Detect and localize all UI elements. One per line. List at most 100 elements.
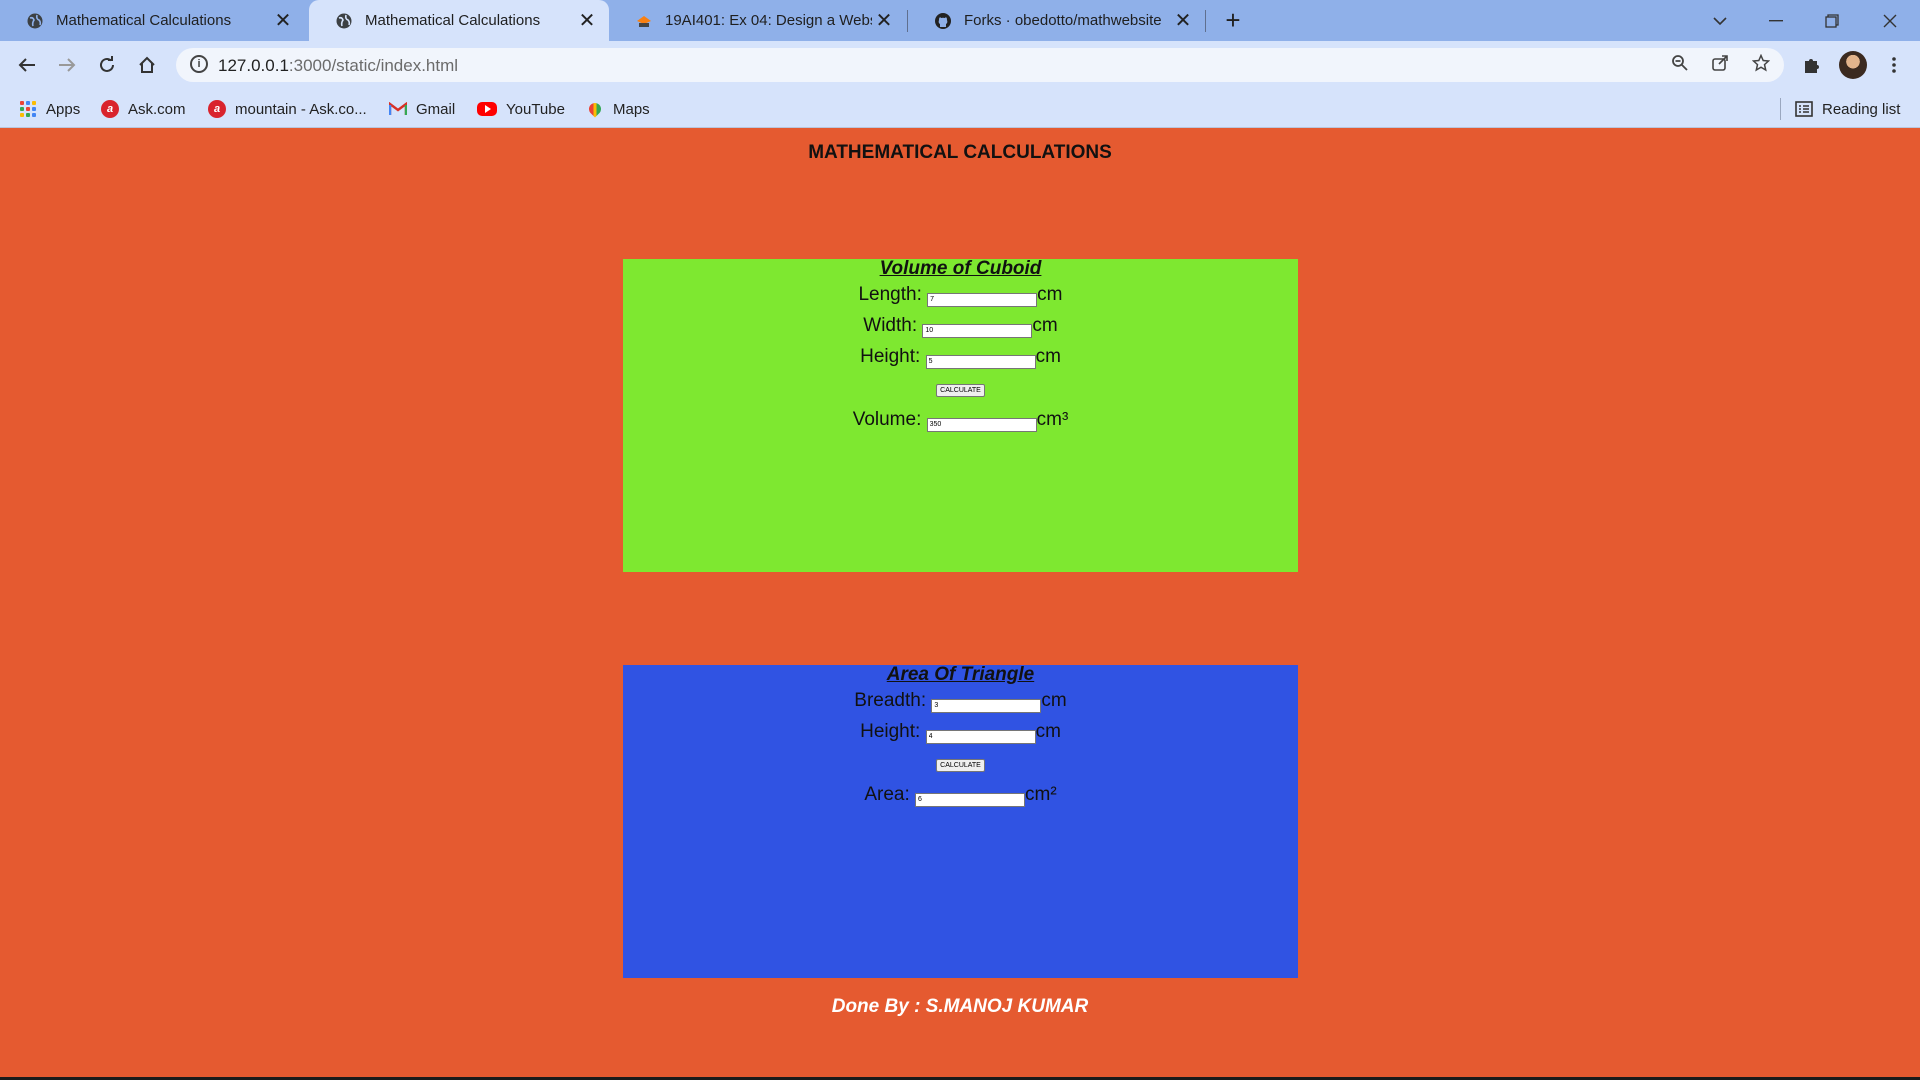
tab-title: Mathematical Calculations: [365, 12, 541, 29]
cuboid-panel: Volume of Cuboid Length: cm Width: cm He…: [623, 259, 1298, 572]
cuboid-calculate-button[interactable]: CALCULATE: [936, 384, 985, 397]
triangle-height-input[interactable]: [925, 729, 1036, 744]
profile-avatar[interactable]: [1837, 49, 1869, 81]
globe-icon: [335, 12, 353, 30]
tab-separator: [1205, 10, 1206, 32]
page-content: MATHEMATICAL CALCULATIONS Volume of Cubo…: [0, 128, 1920, 1080]
avatar-image: [1839, 51, 1867, 79]
site-info-icon[interactable]: i: [190, 55, 208, 73]
gmail-icon: [389, 100, 407, 118]
unit-label: cm: [1037, 284, 1063, 305]
minimize-icon[interactable]: [1748, 0, 1804, 41]
close-window-icon[interactable]: [1862, 0, 1918, 41]
browser-toolbar: i 127.0.0.1:3000/static/index.html: [0, 41, 1920, 90]
triangle-heading: Area Of Triangle: [886, 664, 1035, 685]
bookmark-maps[interactable]: Maps: [586, 90, 650, 128]
width-label: Width:: [863, 315, 918, 336]
bookmark-ask[interactable]: a Ask.com: [101, 90, 186, 128]
triangle-height-label: Height:: [860, 721, 921, 742]
bookmark-apps[interactable]: Apps: [19, 90, 80, 128]
length-label: Length:: [858, 284, 922, 305]
bookmark-star-icon[interactable]: [1749, 53, 1773, 78]
menu-kebab-icon[interactable]: [1878, 49, 1910, 81]
bookmark-label: Maps: [613, 100, 650, 118]
bookmark-youtube[interactable]: YouTube: [477, 90, 565, 128]
home-icon[interactable]: [131, 49, 163, 81]
cuboid-heading: Volume of Cuboid: [879, 258, 1042, 279]
tab-4[interactable]: Forks · obedotto/mathwebsite ✕: [908, 0, 1205, 41]
ask-icon: a: [208, 100, 226, 118]
tab-strip: Mathematical Calculations ✕ Mathematical…: [0, 0, 1920, 41]
volume-row: Volume: cm³: [623, 404, 1298, 435]
tab-1[interactable]: Mathematical Calculations ✕: [0, 0, 305, 41]
unit-label: cm: [1041, 690, 1067, 711]
tab-search-chevron-icon[interactable]: [1692, 0, 1748, 41]
reading-list-icon: [1795, 100, 1813, 118]
reading-list-label: Reading list: [1822, 100, 1901, 118]
share-icon[interactable]: [1708, 54, 1732, 78]
height-label: Height:: [860, 346, 921, 367]
width-input[interactable]: [922, 323, 1033, 338]
forward-arrow-icon[interactable]: [51, 49, 83, 81]
reading-list-button[interactable]: Reading list: [1795, 90, 1900, 128]
area-unit-label: cm²: [1025, 784, 1057, 805]
page-title: MATHEMATICAL CALCULATIONS: [808, 142, 1112, 163]
breadth-input[interactable]: [931, 698, 1042, 713]
triangle-button-row: CALCULATE: [623, 747, 1298, 779]
tab-2-active[interactable]: Mathematical Calculations ✕: [309, 0, 609, 41]
unit-label: cm: [1035, 346, 1061, 367]
address-bar[interactable]: i 127.0.0.1:3000/static/index.html: [176, 48, 1784, 82]
area-label: Area:: [864, 784, 910, 805]
length-input[interactable]: [927, 292, 1038, 307]
restore-icon[interactable]: [1804, 0, 1860, 41]
close-tab-icon[interactable]: ✕: [575, 9, 599, 33]
moodle-icon: [635, 12, 653, 30]
bookmark-label: Gmail: [416, 100, 456, 118]
close-tab-icon[interactable]: ✕: [872, 9, 896, 33]
area-output[interactable]: [915, 792, 1026, 807]
extensions-puzzle-icon[interactable]: [1796, 49, 1828, 81]
tab-title: Mathematical Calculations: [56, 12, 232, 29]
area-row: Area: cm²: [623, 779, 1298, 810]
bookmark-mountain[interactable]: a mountain - Ask.co...: [208, 90, 367, 128]
reload-icon[interactable]: [91, 49, 123, 81]
ask-icon: a: [101, 100, 119, 118]
zoom-icon[interactable]: [1668, 54, 1692, 78]
breadth-label: Breadth:: [854, 690, 927, 711]
length-row: Length: cm: [623, 279, 1298, 310]
tab-title: 19AI401: Ex 04: Design a Website: [665, 12, 872, 29]
maps-icon: [586, 100, 604, 118]
bookmark-label: mountain - Ask.co...: [235, 100, 367, 118]
volume-output[interactable]: [926, 417, 1037, 432]
apps-grid-icon: [19, 100, 37, 118]
width-row: Width: cm: [623, 310, 1298, 341]
breadth-row: Breadth: cm: [623, 685, 1298, 716]
url-text[interactable]: 127.0.0.1:3000/static/index.html: [218, 56, 458, 76]
cuboid-button-row: CALCULATE: [623, 372, 1298, 404]
tab-3[interactable]: 19AI401: Ex 04: Design a Website ✕: [609, 0, 906, 41]
unit-label: cm: [1032, 315, 1058, 336]
tab-title: Forks · obedotto/mathwebsite: [964, 12, 1162, 29]
volume-label: Volume:: [852, 409, 922, 430]
close-tab-icon[interactable]: ✕: [1171, 9, 1195, 33]
github-icon: [934, 12, 952, 30]
bookmark-label: YouTube: [506, 100, 565, 118]
footer-credit: Done By : S.MANOJ KUMAR: [831, 996, 1089, 1017]
url-host: 127.0.0.1: [218, 56, 289, 75]
bookmark-gmail[interactable]: Gmail: [389, 90, 455, 128]
triangle-height-row: Height: cm: [623, 716, 1298, 747]
volume-unit-label: cm³: [1036, 409, 1069, 430]
bookmarks-divider: [1780, 98, 1781, 120]
bookmark-label: Apps: [46, 100, 81, 118]
triangle-panel: Area Of Triangle Breadth: cm Height: cm …: [623, 665, 1298, 978]
unit-label: cm: [1035, 721, 1061, 742]
height-row: Height: cm: [623, 341, 1298, 372]
url-path: :3000/static/index.html: [288, 56, 459, 75]
back-arrow-icon[interactable]: [11, 49, 43, 81]
height-input[interactable]: [925, 354, 1036, 369]
triangle-calculate-button[interactable]: CALCULATE: [936, 759, 985, 772]
globe-icon: [26, 12, 44, 30]
close-tab-icon[interactable]: ✕: [271, 9, 295, 33]
bookmark-label: Ask.com: [128, 100, 186, 118]
new-tab-button[interactable]: +: [1218, 6, 1248, 36]
